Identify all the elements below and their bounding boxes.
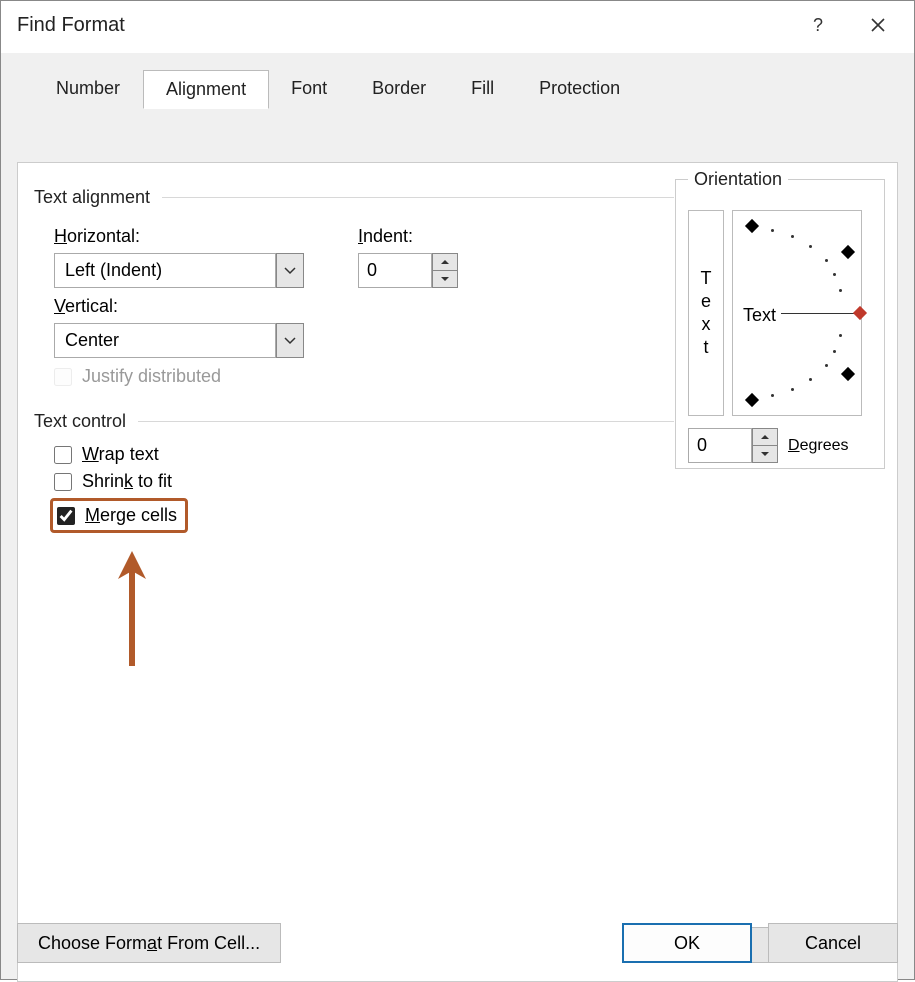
text-alignment-group-label: Text alignment [34, 187, 158, 208]
indent-value[interactable]: 0 [358, 253, 432, 288]
vertical-combo[interactable]: Center [54, 323, 304, 358]
orientation-group: Orientation Text [675, 169, 885, 469]
spin-up-icon[interactable] [753, 429, 777, 445]
tab-protection[interactable]: Protection [517, 69, 643, 108]
titlebar: Find Format ? [1, 1, 914, 45]
orientation-dial-label: Text [743, 305, 776, 326]
tab-alignment[interactable]: Alignment [143, 70, 269, 109]
orientation-label: Orientation [688, 169, 788, 190]
annotation-arrow-icon [114, 551, 150, 671]
merge-cells-checkbox[interactable]: Merge cells [57, 505, 177, 526]
tab-bar: Number Alignment Font Border Fill Protec… [17, 53, 898, 108]
merge-cells-input[interactable] [57, 507, 75, 525]
degrees-value[interactable]: 0 [688, 428, 752, 463]
wrap-text-input[interactable] [54, 446, 72, 464]
ok-button[interactable]: OK [622, 923, 752, 963]
spin-down-icon[interactable] [753, 445, 777, 462]
close-icon[interactable] [858, 10, 898, 40]
text-control-group-label: Text control [34, 411, 134, 432]
degrees-label: Degrees [788, 437, 848, 455]
dialog-footer: Choose Format From Cell... OK Cancel [17, 923, 898, 963]
spin-up-icon[interactable] [433, 254, 457, 270]
justify-distributed-checkbox: Justify distributed [54, 366, 334, 387]
choose-format-button[interactable]: Choose Format From Cell... [17, 923, 281, 963]
horizontal-combo-value[interactable]: Left (Indent) [54, 253, 276, 288]
alignment-panel: Text alignment Horizontal: Left (Indent)… [17, 162, 898, 982]
tab-number[interactable]: Number [33, 69, 143, 108]
merge-cells-highlight: Merge cells [50, 498, 188, 533]
chevron-down-icon[interactable] [276, 253, 304, 288]
tab-fill[interactable]: Fill [449, 69, 517, 108]
shrink-to-fit-checkbox[interactable]: Shrink to fit [54, 471, 674, 492]
justify-distributed-input [54, 368, 72, 386]
help-icon[interactable]: ? [798, 10, 838, 40]
cancel-button[interactable]: Cancel [768, 923, 898, 963]
wrap-text-checkbox[interactable]: Wrap text [54, 444, 674, 465]
orientation-vertical-text[interactable]: Text [688, 210, 724, 416]
indent-spinner[interactable]: 0 [358, 253, 458, 288]
shrink-to-fit-input[interactable] [54, 473, 72, 491]
degrees-spinner[interactable]: 0 [688, 428, 778, 463]
window-title: Find Format [17, 14, 125, 37]
tab-font[interactable]: Font [269, 69, 350, 108]
indent-label: Indent: [358, 226, 458, 247]
tab-border[interactable]: Border [350, 69, 449, 108]
chevron-down-icon[interactable] [276, 323, 304, 358]
horizontal-combo[interactable]: Left (Indent) [54, 253, 304, 288]
horizontal-label: Horizontal: [54, 226, 334, 247]
orientation-dial[interactable]: Text [732, 210, 862, 416]
vertical-label: Vertical: [54, 296, 334, 317]
spin-down-icon[interactable] [433, 270, 457, 287]
vertical-combo-value[interactable]: Center [54, 323, 276, 358]
orientation-pointer-icon[interactable] [853, 306, 867, 320]
